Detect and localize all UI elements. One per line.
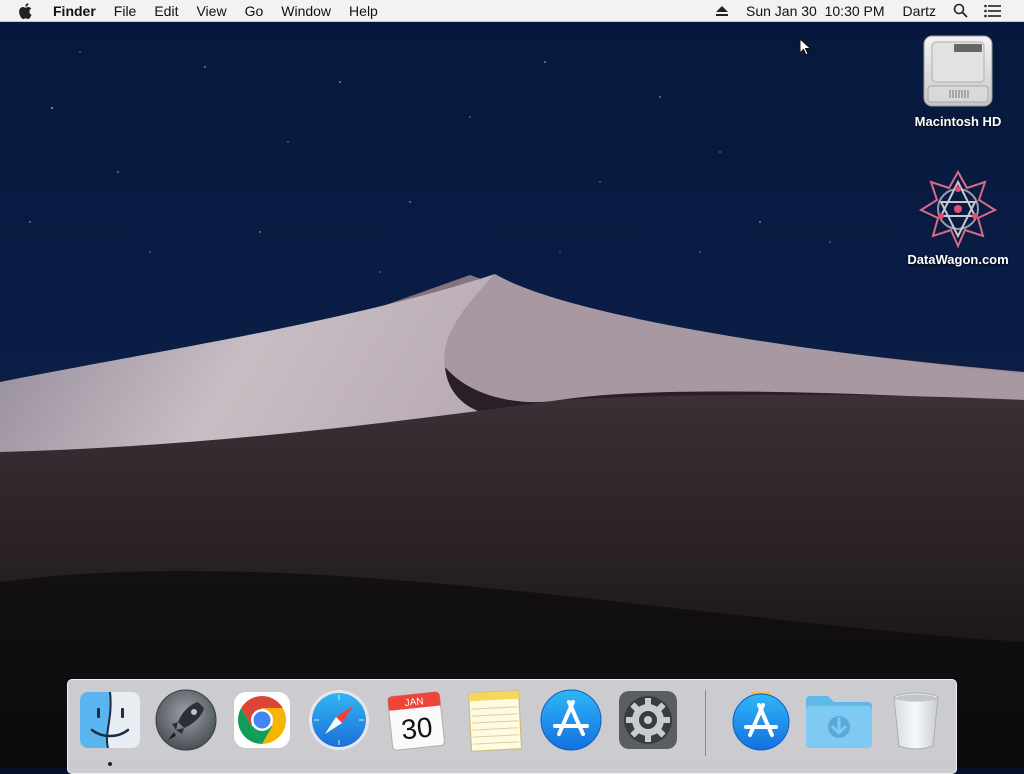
running-indicator (108, 762, 112, 766)
hard-drive-icon (923, 35, 993, 107)
menu-clock[interactable]: Sun Jan 30 10:30 PM (737, 0, 894, 22)
chrome-icon (234, 692, 290, 748)
menu-help[interactable]: Help (340, 0, 387, 22)
trash-icon (893, 692, 939, 750)
app-store-installer-icon (732, 692, 790, 751)
dock-item-notes[interactable] (462, 688, 526, 752)
menu-app-name[interactable]: Finder (44, 0, 105, 22)
notes-icon (468, 690, 523, 752)
dock-item-app-store-installer[interactable] (729, 688, 793, 752)
menu-user-name[interactable]: Dartz (894, 0, 945, 22)
desktop[interactable]: Macintosh HD DataWagon.com (0, 22, 1024, 768)
dock-item-launchpad[interactable] (154, 688, 218, 752)
downloads-folder-icon (806, 696, 872, 748)
calendar-icon: JAN 30 (387, 691, 445, 751)
menu-bar: Finder File Edit View Go Window Help Sun… (0, 0, 1024, 22)
menu-view[interactable]: View (187, 0, 235, 22)
dock-item-downloads[interactable] (804, 688, 872, 752)
dock-item-calendar[interactable]: JAN 30 (384, 688, 448, 752)
menu-go[interactable]: Go (236, 0, 273, 22)
dock-item-app-store[interactable] (539, 688, 603, 752)
dock-item-system-preferences[interactable] (616, 688, 680, 752)
desktop-icon-macintosh-hd[interactable]: Macintosh HD (903, 32, 1013, 129)
desktop-icon-label: Macintosh HD (914, 114, 1002, 129)
dock: JAN 30 (67, 679, 957, 774)
menu-edit[interactable]: Edit (145, 0, 187, 22)
dock-separator (705, 690, 706, 756)
launchpad-icon (155, 689, 217, 751)
menu-file[interactable]: File (105, 0, 146, 22)
spotlight-search-icon[interactable] (945, 0, 976, 22)
eject-icon[interactable] (707, 0, 737, 22)
apple-menu-icon[interactable] (0, 0, 44, 22)
desktop-icon-label: DataWagon.com (907, 252, 1009, 267)
finder-icon (80, 691, 140, 749)
notification-center-icon[interactable] (976, 0, 1024, 22)
desktop-icon-datawagon[interactable]: DataWagon.com (903, 168, 1013, 267)
menu-window[interactable]: Window (272, 0, 340, 22)
mojave-wallpaper (0, 22, 1024, 768)
dock-item-safari[interactable] (307, 688, 371, 752)
dock-item-finder[interactable] (78, 688, 142, 752)
system-preferences-icon (619, 691, 677, 749)
calendar-day: 30 (400, 711, 434, 745)
dock-item-chrome[interactable] (230, 688, 294, 752)
safari-icon (309, 690, 369, 750)
mouse-cursor-icon (799, 38, 812, 56)
app-store-icon (540, 689, 602, 751)
calendar-month: JAN (404, 696, 424, 709)
dock-item-trash[interactable] (884, 688, 948, 752)
datawagon-logo-icon (918, 169, 998, 248)
